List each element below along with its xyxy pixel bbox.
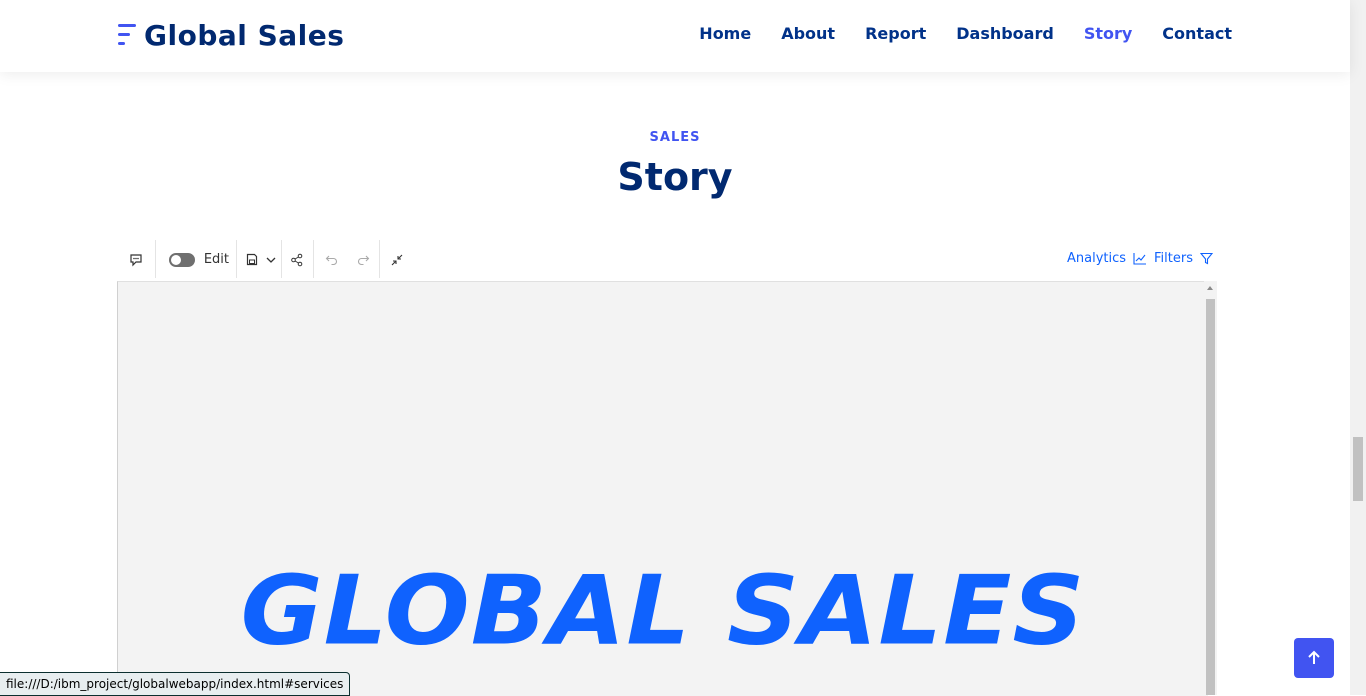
back-to-top-button[interactable] — [1294, 638, 1334, 678]
site-header: Global Sales Home About Report Dashboard… — [0, 0, 1350, 72]
analytics-button[interactable]: Analytics — [1067, 251, 1147, 266]
nav-home[interactable]: Home — [699, 24, 751, 43]
undo-icon[interactable] — [321, 238, 341, 281]
chart-line-icon — [1133, 253, 1147, 265]
nav-dashboard[interactable]: Dashboard — [956, 24, 1054, 43]
logo-icon — [116, 22, 138, 50]
save-icon — [246, 253, 258, 266]
edit-toggle[interactable]: Edit — [169, 238, 229, 281]
filters-button[interactable]: Filters — [1154, 251, 1213, 266]
main-nav: Home About Report Dashboard Story Contac… — [669, 24, 1232, 43]
filter-icon — [1199, 252, 1213, 265]
nav-contact[interactable]: Contact — [1162, 24, 1232, 43]
page-scroll-thumb[interactable] — [1353, 437, 1363, 501]
save-menu-button[interactable] — [241, 238, 281, 281]
story-scroll-thumb[interactable] — [1206, 299, 1215, 695]
collapse-icon[interactable] — [387, 238, 407, 281]
nav-about[interactable]: About — [781, 24, 835, 43]
section-subtitle: SALES — [649, 130, 701, 145]
comment-icon[interactable] — [125, 238, 147, 281]
arrow-up-icon — [1308, 650, 1320, 664]
story-canvas: GLOBAL SALES — [117, 281, 1208, 696]
brand-name: Global Sales — [144, 19, 345, 52]
browser-status-url: file:///D:/ibm_project/globalwebapp/inde… — [0, 672, 351, 696]
story-scrollbar[interactable] — [1204, 281, 1217, 695]
logo[interactable]: Global Sales — [116, 19, 344, 52]
edit-label: Edit — [203, 252, 229, 267]
story-banner-title: GLOBAL SALES — [240, 554, 1086, 667]
nav-report[interactable]: Report — [865, 24, 926, 43]
toggle-switch[interactable] — [169, 252, 195, 267]
scroll-up-arrow-icon[interactable] — [1207, 286, 1213, 290]
analytics-label: Analytics — [1067, 251, 1127, 266]
nav-story[interactable]: Story — [1084, 24, 1132, 43]
page-scrollbar[interactable] — [1350, 0, 1366, 695]
story-toolbar: Edit Analytics Filters — [117, 238, 1217, 281]
redo-icon[interactable] — [353, 238, 373, 281]
story-embed: Edit Analytics Filters GLOBAL SALES — [117, 238, 1217, 696]
section-title: Story — [617, 155, 733, 199]
chevron-down-icon — [266, 257, 276, 263]
filters-label: Filters — [1154, 251, 1193, 266]
share-icon[interactable] — [287, 238, 307, 281]
